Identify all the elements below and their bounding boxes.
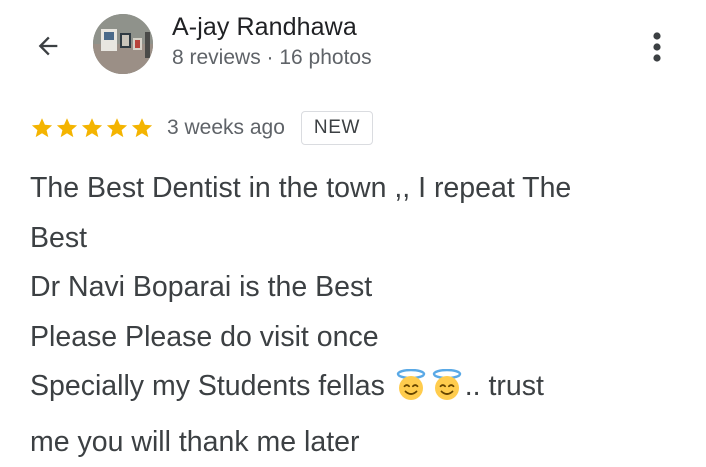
avatar-photo — [93, 14, 153, 74]
star-icon — [105, 116, 129, 140]
review-line-text: Specially my Students fellas — [30, 370, 393, 402]
reviewer-meta: 8 reviews · 16 photos — [172, 45, 372, 71]
reviewer-name[interactable]: A-jay Randhawa — [172, 12, 372, 42]
star-icon — [80, 116, 104, 140]
more-options-button[interactable] — [640, 24, 674, 70]
review-line: Best — [30, 214, 670, 264]
review-line: The Best Dentist in the town ,, I repeat… — [30, 164, 670, 214]
new-badge: NEW — [301, 111, 373, 145]
review-text: The Best Dentist in the town ,, I repeat… — [30, 164, 670, 467]
review-line: Please Please do visit once — [30, 313, 670, 363]
review-line-text: .. trust — [465, 370, 544, 402]
review-time: 3 weeks ago — [167, 116, 285, 140]
back-button[interactable] — [28, 26, 68, 66]
star-icon — [55, 116, 79, 140]
review-line: Dr Navi Boparai is the Best — [30, 263, 670, 313]
rating-row: 3 weeks ago NEW — [30, 110, 373, 146]
avatar[interactable] — [93, 14, 153, 74]
smiling-face-with-halo-icon — [394, 368, 428, 418]
star-icon — [30, 116, 54, 140]
arrow-left-icon — [34, 32, 62, 60]
star-icon — [130, 116, 154, 140]
review-line: Specially my Students fellas .. trust — [30, 362, 670, 418]
more-vert-icon — [652, 30, 662, 64]
star-rating — [30, 116, 154, 140]
smiling-face-with-halo-icon — [430, 368, 464, 418]
